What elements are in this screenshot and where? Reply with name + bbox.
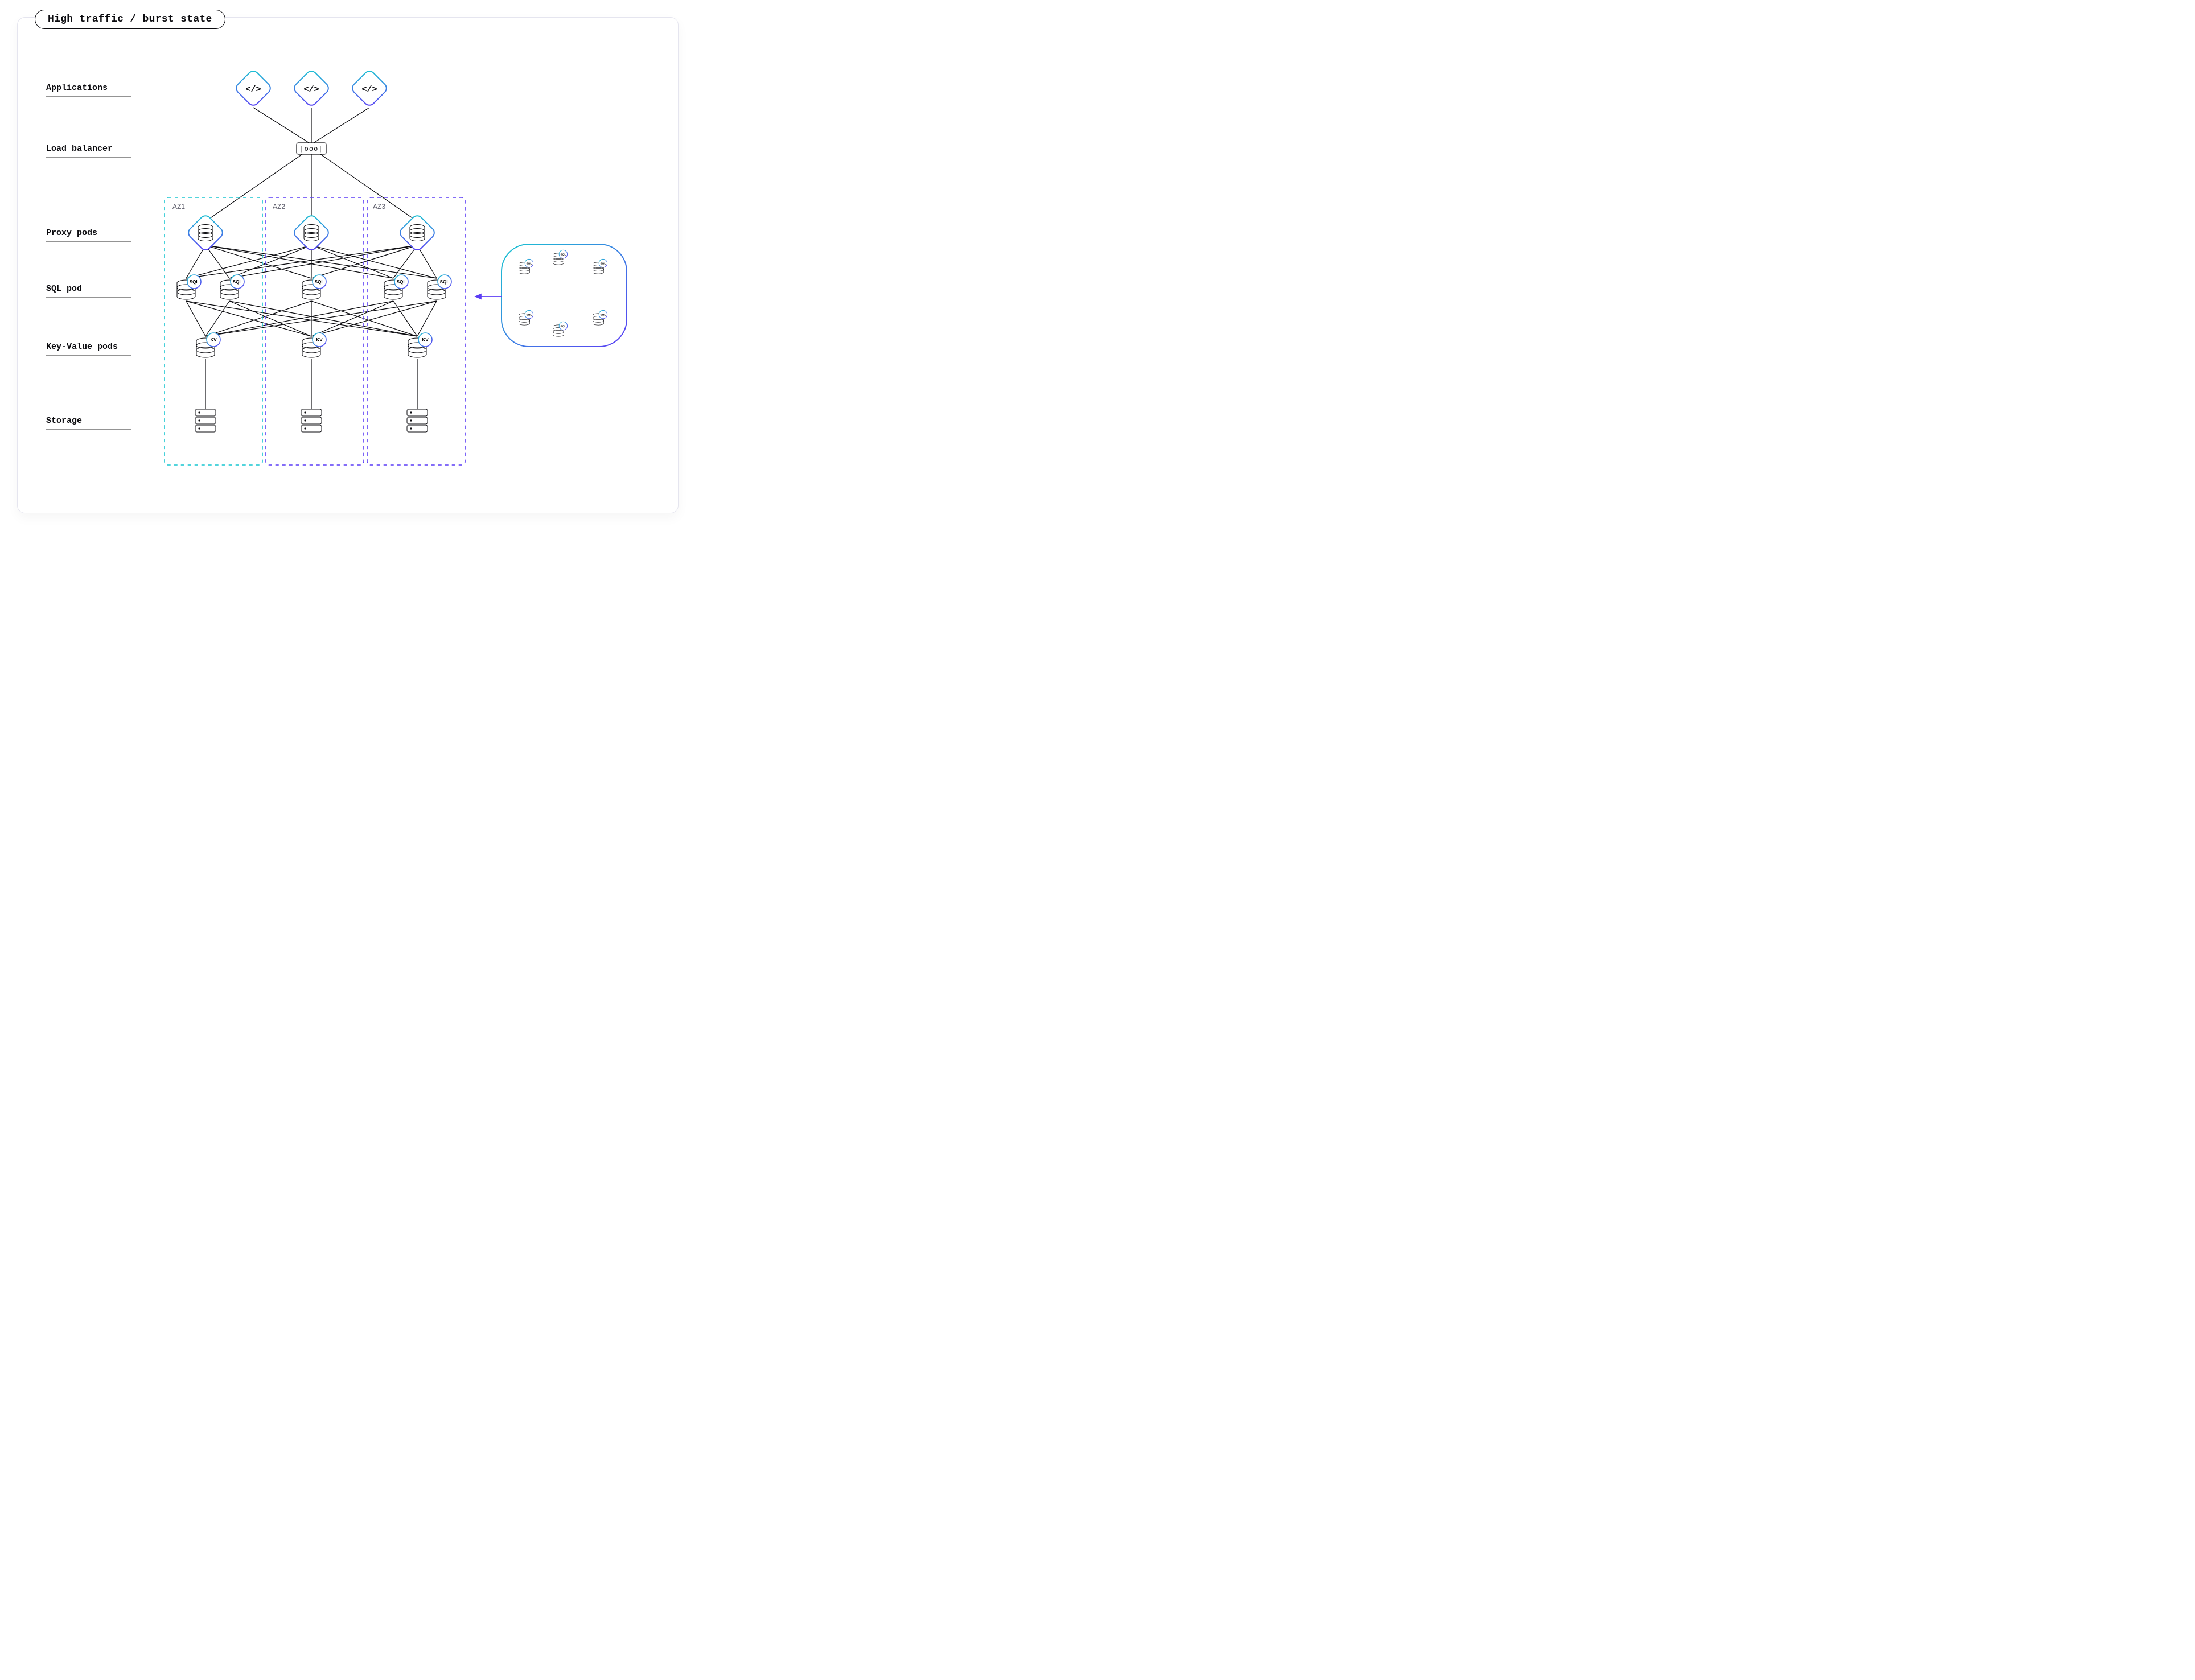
kv-pod-az2: KV xyxy=(302,333,326,357)
diagram-card: High traffic / burst state Applications … xyxy=(17,17,679,513)
kv-pod-az1: KV xyxy=(196,333,220,357)
code-icon: </> xyxy=(245,85,261,94)
proxy-pod-az3 xyxy=(398,213,437,252)
proxy-pod-az2 xyxy=(292,213,331,252)
svg-text:SQL: SQL xyxy=(600,262,606,265)
svg-text:SQL: SQL xyxy=(440,279,450,285)
code-icon: </> xyxy=(303,85,319,94)
warm-pool: SQL SQL SQL SQL SQL SQL xyxy=(502,244,627,347)
svg-text:SQL: SQL xyxy=(190,279,199,285)
storage-az3 xyxy=(407,409,428,432)
app-node-1: </> xyxy=(234,69,273,108)
sql-pod-az1-b: SQL xyxy=(220,275,244,299)
database-icon xyxy=(304,225,319,241)
svg-text:SQL: SQL xyxy=(397,279,406,285)
kv-pod-az3: KV xyxy=(408,333,432,357)
svg-text:KV: KV xyxy=(422,337,429,343)
svg-text:SQL: SQL xyxy=(526,313,532,316)
app-node-2: </> xyxy=(292,69,331,108)
svg-text:SQL: SQL xyxy=(600,313,606,316)
load-balancer-icon: |ooo| xyxy=(299,145,323,153)
svg-text:KV: KV xyxy=(316,337,323,343)
diagram-svg: </> </> </> |ooo| xyxy=(18,18,678,513)
svg-text:SQL: SQL xyxy=(560,253,566,256)
app-node-3: </> xyxy=(350,69,389,108)
svg-text:SQL: SQL xyxy=(233,279,242,285)
storage-az2 xyxy=(301,409,322,432)
sql-pod-az3-b: SQL xyxy=(428,275,451,299)
database-icon xyxy=(410,225,425,241)
load-balancer-node: |ooo| xyxy=(297,143,326,154)
svg-text:KV: KV xyxy=(210,337,217,343)
code-icon: </> xyxy=(361,85,377,94)
sql-pod-az2: SQL xyxy=(302,275,326,299)
database-icon xyxy=(198,225,213,241)
sql-pod-az3-a: SQL xyxy=(384,275,408,299)
proxy-pod-az1 xyxy=(186,213,225,252)
storage-az1 xyxy=(195,409,216,432)
svg-text:SQL: SQL xyxy=(560,324,566,328)
svg-text:SQL: SQL xyxy=(526,262,532,265)
sql-pod-az1-a: SQL xyxy=(177,275,201,299)
svg-text:SQL: SQL xyxy=(315,279,324,285)
